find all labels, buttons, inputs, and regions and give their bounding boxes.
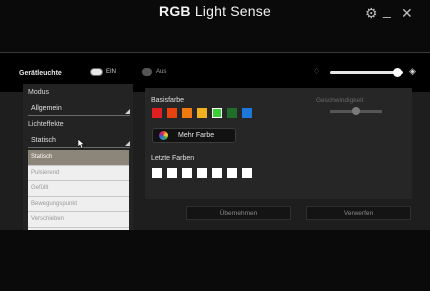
dropdown-option[interactable]: Bewegungspunkt [28,196,129,213]
color-swatch[interactable] [152,108,162,118]
color-swatch[interactable] [167,108,177,118]
dropdown-option[interactable]: Gefüllt [28,181,129,197]
recent-color-swatch[interactable] [197,168,207,178]
brightness-high-icon: ◈ [409,66,416,76]
modus-label: Modus [28,89,50,96]
dropdown-option[interactable]: Pulsierend [28,165,129,182]
base-color-label: Basisfarbe [151,97,185,104]
speed-label: Geschwindigkeit [316,97,364,104]
device-light-label: Gerätleuchte [19,70,62,77]
recent-color-swatch[interactable] [167,168,177,178]
dropdown-option[interactable]: Statisch [28,150,129,166]
recent-color-swatch[interactable] [212,168,222,178]
discard-button[interactable]: Verwerfen [306,206,411,220]
footer-area [0,230,430,291]
color-panel [145,88,412,199]
light-effects-label: Lichteffekte [28,121,64,128]
dropdown-arrow-icon [125,141,130,146]
color-swatch[interactable] [242,108,252,118]
mouse-cursor-icon [78,139,85,149]
recent-colors-label: Letzte Farben [151,155,195,162]
gear-icon[interactable]: ⚙ [365,5,378,21]
color-swatch[interactable] [197,108,207,118]
speed-slider-knob[interactable] [352,107,360,115]
modus-value: Allgemein [31,105,62,112]
recent-color-swatch[interactable] [242,168,252,178]
color-swatch[interactable] [182,108,192,118]
dropdown-option[interactable]: Verschieben [28,212,129,228]
power-off-toggle[interactable] [142,68,152,76]
modus-select[interactable]: Allgemein [28,102,130,116]
color-swatch[interactable] [227,108,237,118]
power-on-label: EIN [106,69,117,75]
power-on-toggle[interactable] [90,68,103,76]
recent-color-swatch[interactable] [182,168,192,178]
color-swatch[interactable] [212,108,222,118]
palette-icon [159,131,168,140]
dropdown-arrow-icon [125,109,130,114]
power-off-label: Aus [156,69,167,75]
light-effects-value: Statisch [31,137,56,144]
more-color-button[interactable]: Mehr Farbe [152,128,236,143]
recent-color-swatch[interactable] [227,168,237,178]
brightness-slider[interactable] [330,71,403,74]
title-bar: RGB Light Sense ⚙ _ ✕ [0,0,430,30]
close-icon[interactable]: ✕ [401,5,413,21]
minimize-icon[interactable]: _ [383,2,391,18]
more-color-label: Mehr Farbe [178,132,215,139]
apply-button[interactable]: Übernehmen [186,206,291,220]
brightness-low-icon: ♢ [313,67,321,76]
recent-color-swatch[interactable] [152,168,162,178]
